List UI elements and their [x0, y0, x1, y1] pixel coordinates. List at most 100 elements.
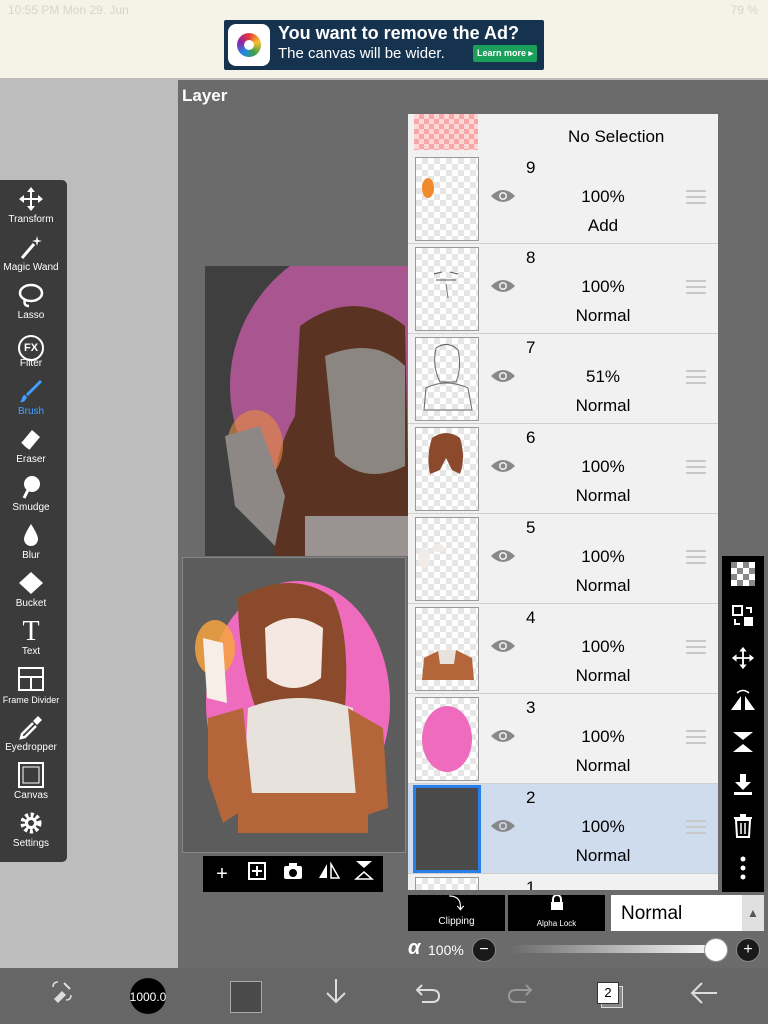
color-swatch-button[interactable]: [226, 976, 266, 1016]
tool-brush[interactable]: Brush: [0, 378, 62, 426]
layer-row[interactable]: 5 100% Normal: [408, 514, 718, 604]
canvas-icon: [0, 762, 62, 790]
transparency-checker-icon[interactable]: [728, 562, 758, 592]
tool-eraser[interactable]: Eraser: [0, 426, 62, 474]
drag-handle-icon[interactable]: [686, 280, 706, 294]
arrow-down-icon[interactable]: [316, 976, 356, 1016]
merge-down-icon[interactable]: [728, 772, 758, 802]
layer-number: 2: [526, 788, 536, 807]
redo-icon[interactable]: [500, 976, 540, 1016]
layer-list[interactable]: No Selection 9 100% Add 8 100% Normal 7 …: [408, 114, 718, 890]
layer-row-selected[interactable]: 2 100% Normal: [408, 784, 718, 874]
ad-bar: You want to remove the Ad? The canvas wi…: [0, 20, 768, 78]
tool-eyedropper[interactable]: Eyedropper: [0, 714, 62, 762]
layers-button[interactable]: 2: [590, 976, 630, 1016]
layer-row[interactable]: 4 100% Normal: [408, 604, 718, 694]
more-options-icon[interactable]: [728, 856, 758, 886]
tool-label: Smudge: [12, 502, 50, 513]
eye-icon[interactable]: [490, 278, 516, 294]
artwork-canvas[interactable]: [205, 266, 410, 556]
layer-row[interactable]: 3 100% Normal: [408, 694, 718, 784]
tool-label: Bucket: [15, 598, 47, 609]
tool-filter[interactable]: FX Filter: [0, 330, 62, 378]
camera-icon[interactable]: [280, 860, 306, 888]
opacity-slider-knob[interactable]: [704, 938, 728, 962]
tool-frame-divider[interactable]: Frame Divider: [0, 666, 62, 714]
flip-vertical-icon[interactable]: [351, 860, 377, 888]
drag-handle-icon[interactable]: [686, 460, 706, 474]
tool-smudge[interactable]: Smudge: [0, 474, 62, 522]
alpha-symbol: α: [408, 937, 421, 959]
tool-settings[interactable]: Settings: [0, 810, 62, 858]
drag-handle-icon[interactable]: [686, 190, 706, 204]
back-arrow-icon[interactable]: [684, 976, 724, 1016]
layer-thumbnail: [415, 427, 479, 511]
layer-row[interactable]: 1: [408, 874, 718, 890]
blend-mode-value: Normal: [621, 903, 683, 924]
smudge-icon: [0, 474, 62, 502]
eye-icon[interactable]: [490, 548, 516, 564]
tool-magic-wand[interactable]: Magic Wand: [0, 234, 62, 282]
drag-handle-icon[interactable]: [686, 550, 706, 564]
layer-row[interactable]: 6 100% Normal: [408, 424, 718, 514]
tool-bucket[interactable]: Bucket: [0, 570, 62, 618]
tool-transform[interactable]: Transform: [0, 186, 62, 234]
layer-row[interactable]: 7 51% Normal: [408, 334, 718, 424]
move-icon[interactable]: [728, 646, 758, 676]
ad-headline: You want to remove the Ad?: [278, 23, 520, 43]
brush-eraser-toggle-icon[interactable]: [42, 976, 82, 1016]
eye-icon[interactable]: [490, 818, 516, 834]
trash-icon[interactable]: [728, 814, 758, 844]
layer-opacity: 51%: [585, 367, 621, 386]
canvas-preview[interactable]: [182, 557, 406, 853]
current-color-swatch: [230, 981, 262, 1013]
eye-icon[interactable]: [490, 728, 516, 744]
add-layer-icon[interactable]: +: [209, 860, 235, 888]
add-copy-layer-icon[interactable]: [244, 860, 270, 888]
eye-icon[interactable]: [490, 638, 516, 654]
eye-icon[interactable]: [490, 368, 516, 384]
ibis-paint-logo-icon: [228, 24, 270, 66]
tool-lasso[interactable]: Lasso: [0, 282, 62, 330]
flip-layer-horizontal-icon[interactable]: [728, 688, 758, 718]
opacity-plus-button[interactable]: +: [736, 938, 760, 962]
battery-status: 79 %: [730, 3, 758, 17]
layer-row[interactable]: 9 100% Add: [408, 154, 718, 244]
tool-label: Frame Divider: [2, 695, 60, 705]
layer-blend-mode: Normal: [575, 756, 631, 775]
selection-thumbnail: [414, 114, 478, 150]
tool-canvas[interactable]: Canvas: [0, 762, 62, 810]
alpha-lock-button[interactable]: Alpha Lock: [508, 894, 605, 931]
ad-banner[interactable]: You want to remove the Ad? The canvas wi…: [224, 20, 544, 70]
tool-text[interactable]: T Text: [0, 618, 62, 666]
blend-mode-select[interactable]: Normal ▲: [611, 895, 764, 931]
clipping-button[interactable]: ⤵ Clipping: [408, 895, 505, 931]
opacity-minus-button[interactable]: −: [472, 938, 496, 962]
eye-icon[interactable]: [490, 188, 516, 204]
brush-size-button[interactable]: 1000.0: [126, 974, 170, 1018]
layer-row[interactable]: 8 100% Normal: [408, 244, 718, 334]
layer-thumbnail: [415, 697, 479, 781]
layer-number: 5: [526, 518, 536, 537]
drag-handle-icon[interactable]: [686, 640, 706, 654]
tool-label: Canvas: [14, 790, 48, 801]
swap-layer-icon[interactable]: [728, 604, 758, 634]
tool-blur[interactable]: Blur: [0, 522, 62, 570]
undo-icon[interactable]: [408, 976, 448, 1016]
eye-icon[interactable]: [490, 458, 516, 474]
learn-more-button[interactable]: Learn more ▸: [473, 45, 538, 62]
lock-icon: [508, 894, 605, 917]
layer-count: 2: [597, 982, 619, 1004]
no-selection-row[interactable]: No Selection: [408, 114, 718, 155]
drag-handle-icon[interactable]: [686, 730, 706, 744]
layer-number: 4: [526, 608, 536, 627]
drag-handle-icon[interactable]: [686, 370, 706, 384]
layer-number: 6: [526, 428, 536, 447]
flip-layer-vertical-icon[interactable]: [728, 730, 758, 760]
flip-horizontal-icon[interactable]: [316, 860, 342, 888]
opacity-slider[interactable]: [510, 945, 722, 953]
layer-number: 9: [526, 158, 536, 177]
layer-number: 8: [526, 248, 536, 267]
drag-handle-icon[interactable]: [686, 820, 706, 834]
opacity-row: α 100% − +: [408, 935, 764, 965]
